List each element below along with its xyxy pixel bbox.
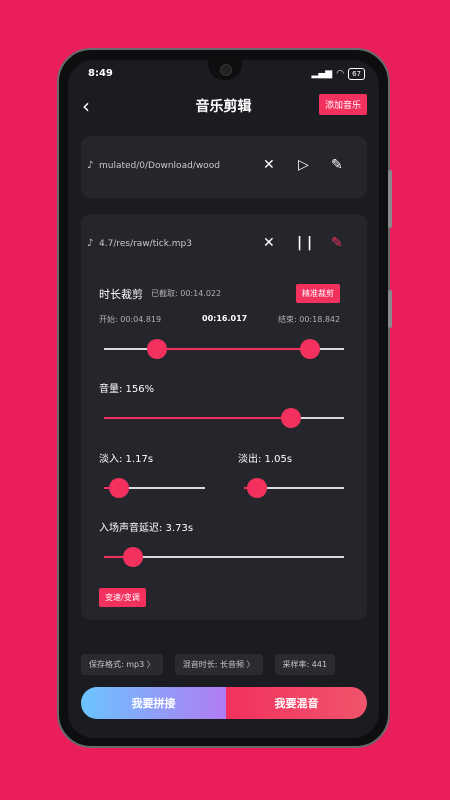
track-1-path: mulated/0/Download/wood <box>99 161 220 171</box>
fade-in-slider[interactable] <box>104 478 205 498</box>
trim-title: 时长裁剪 <box>99 288 143 301</box>
close-icon[interactable]: ✕ <box>263 235 275 251</box>
mix-duration-chip[interactable]: 混音时长: 长音频 〉 <box>174 654 263 675</box>
trim-start-handle[interactable] <box>146 339 167 359</box>
music-note-icon: ♪ <box>87 160 94 171</box>
track-card-1: ♪ mulated/0/Download/wood ✕ ▷ ✎ <box>81 136 367 198</box>
close-icon[interactable]: ✕ <box>263 157 275 173</box>
camera-notch <box>208 60 242 80</box>
trim-start-label: 开始: 00:04.819 <box>99 315 162 324</box>
mix-button[interactable]: 我要混音 <box>226 687 367 719</box>
delay-label: 入场声音延迟: 3.73s <box>99 523 194 534</box>
camera-icon <box>220 64 232 76</box>
volume-handle[interactable] <box>281 408 302 428</box>
fade-in-handle[interactable] <box>109 478 130 498</box>
status-time: 8:49 <box>88 68 113 79</box>
sample-rate-chip[interactable]: 采样率: 441 <box>274 654 336 675</box>
precise-trim-button[interactable]: 精准裁剪 <box>296 284 340 303</box>
trim-current-time: 00:16.017 <box>202 314 248 323</box>
track-editor-card: ♪ 4.7/res/raw/tick.mp3 ✕ | | ✎ 时长裁剪 已截取:… <box>81 214 367 620</box>
fade-out-handle[interactable] <box>247 478 267 498</box>
delay-handle[interactable] <box>122 547 143 567</box>
speed-pitch-button[interactable]: 变速/变调 <box>99 588 146 607</box>
fade-out-slider[interactable] <box>244 478 344 498</box>
concat-button[interactable]: 我要拼接 <box>81 687 226 719</box>
status-icons: ▂▄▆ ◠ 67 <box>311 68 365 80</box>
power-button <box>388 290 392 328</box>
battery-icon: 67 <box>348 68 365 80</box>
app-screen: 8:49 ▂▄▆ ◠ 67 ‹ 音乐剪辑 添加音乐 ♪ mulated/0/Do… <box>68 60 379 738</box>
slider-fill <box>156 348 311 350</box>
add-music-button[interactable]: 添加音乐 <box>318 94 367 115</box>
slider-fill <box>104 417 292 419</box>
volume-label: 音量: 156% <box>99 384 155 395</box>
trim-cut-label: 已截取: 00:14.022 <box>151 289 222 298</box>
trim-end-handle[interactable] <box>300 339 321 359</box>
wifi-icon: ◠ <box>336 69 345 79</box>
fade-in-label: 淡入: 1.17s <box>99 454 154 465</box>
fade-out-label: 淡出: 1.05s <box>238 454 293 465</box>
delay-slider[interactable] <box>104 547 344 567</box>
pause-icon[interactable]: | | <box>297 235 312 251</box>
edit-icon[interactable]: ✎ <box>331 157 343 173</box>
settings-chips: 保存格式: mp3 〉 混音时长: 长音频 〉 采样率: 441 <box>81 654 336 675</box>
trim-end-label: 结束: 00:18.842 <box>278 315 341 324</box>
signal-icon: ▂▄▆ <box>311 69 333 79</box>
play-icon[interactable]: ▷ <box>298 157 309 173</box>
track-2-path: 4.7/res/raw/tick.mp3 <box>99 239 192 249</box>
volume-button <box>388 170 392 228</box>
edit-icon[interactable]: ✎ <box>331 235 343 251</box>
trim-range-slider[interactable] <box>104 339 344 359</box>
volume-slider[interactable] <box>104 408 344 428</box>
music-note-icon: ♪ <box>87 238 94 249</box>
format-chip[interactable]: 保存格式: mp3 〉 <box>81 654 163 675</box>
